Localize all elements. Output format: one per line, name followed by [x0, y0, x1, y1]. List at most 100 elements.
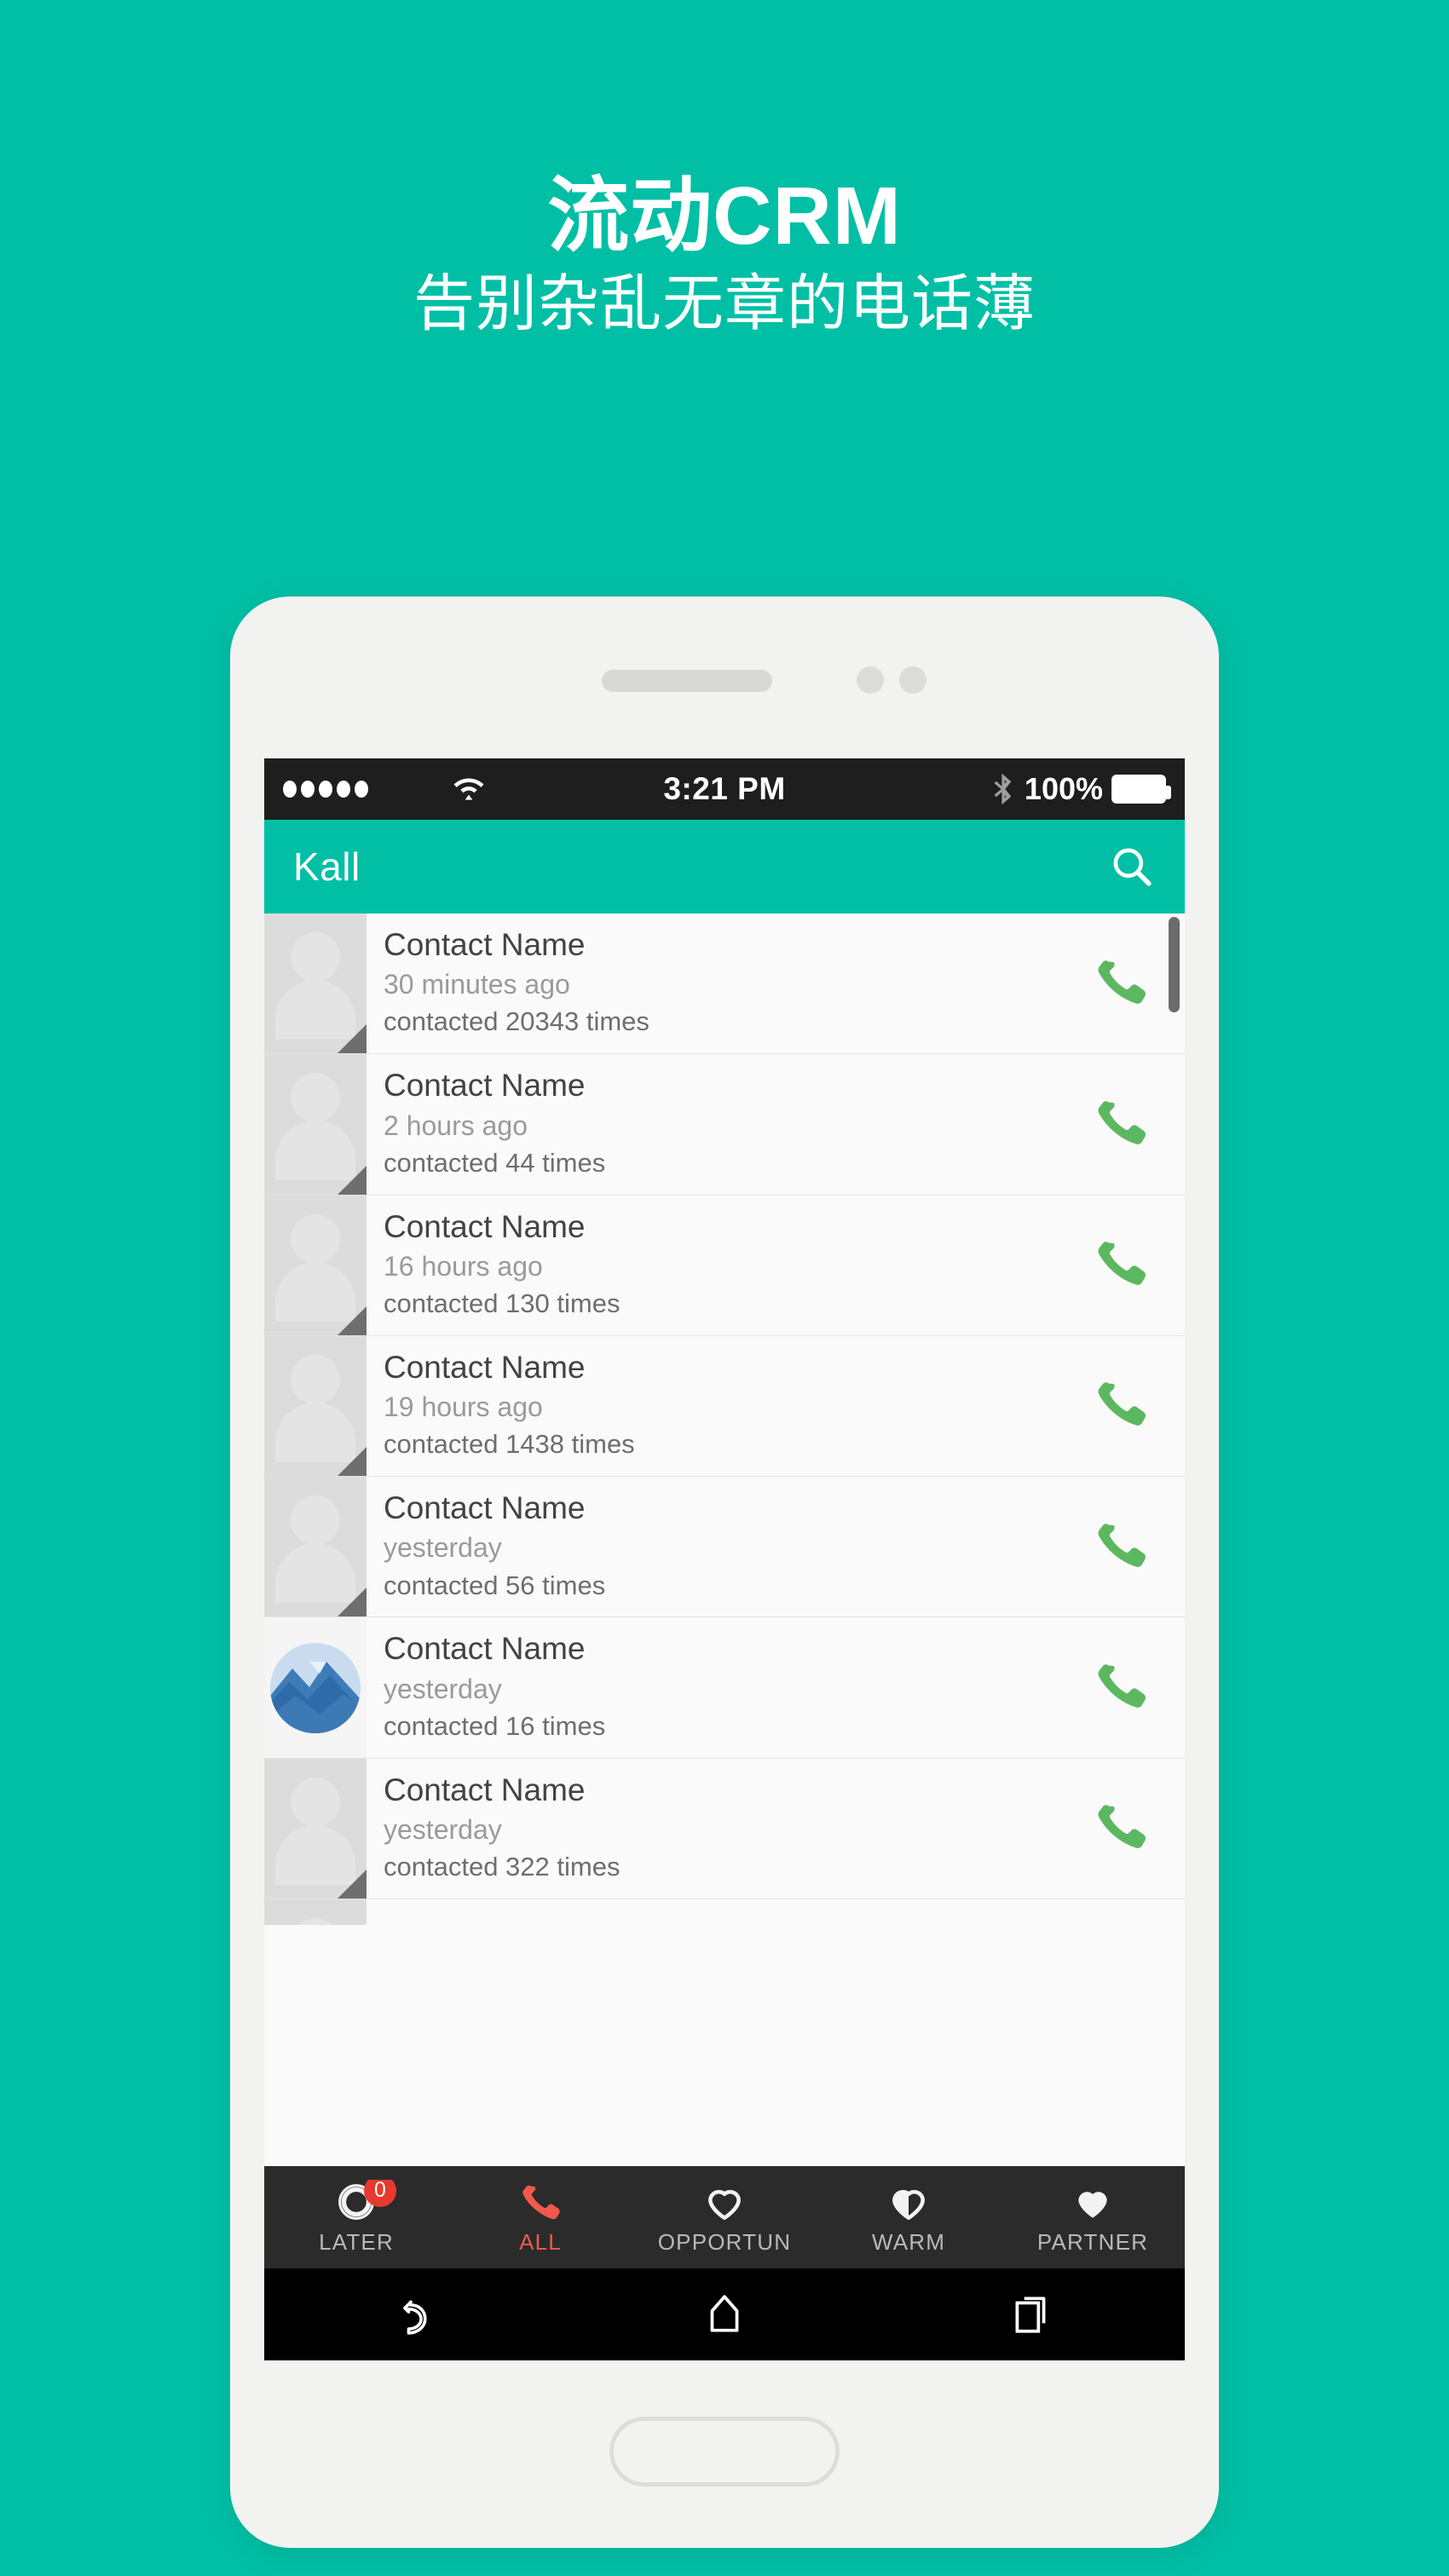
promo-title: 流动CRM [547, 170, 902, 262]
avatar[interactable] [264, 1477, 367, 1617]
avatar-placeholder-icon [291, 1213, 340, 1264]
tab-later[interactable]: 0 LATER [264, 2179, 448, 2256]
phone-icon [1094, 1236, 1148, 1294]
phone-icon [1094, 1658, 1148, 1717]
tab-partner[interactable]: PARTNER [1001, 2180, 1185, 2256]
phone-icon [519, 2180, 562, 2224]
wifi-icon [450, 772, 488, 806]
earpiece-speaker [602, 670, 772, 692]
contact-count: contacted 322 times [384, 1852, 621, 1882]
phone-icon [1094, 1376, 1148, 1435]
scrollbar-thumb[interactable] [1169, 917, 1180, 1012]
call-button[interactable] [1057, 1759, 1185, 1899]
corner-flag-icon [338, 1305, 367, 1335]
avatar[interactable] [264, 913, 367, 1054]
contact-name: Contact Name [384, 1208, 586, 1244]
contact-count: contacted 16 times [384, 1710, 606, 1741]
avatar-placeholder-icon [291, 1073, 340, 1123]
tab-opportun[interactable]: OPPORTUN [632, 2180, 817, 2256]
battery-full-icon [1111, 775, 1171, 804]
contact-row[interactable]: Contact Name yesterday contacted 56 times [264, 1477, 1185, 1618]
home-icon[interactable] [571, 2291, 878, 2337]
phone-icon [1094, 1518, 1148, 1576]
avatar-placeholder-icon [291, 1495, 340, 1546]
avatar-placeholder-icon [291, 1777, 340, 1827]
proximity-sensor-icon [899, 666, 927, 694]
contact-row[interactable]: Contact Name yesterday contacted 16 times [264, 1617, 1185, 1759]
corner-flag-icon [338, 1165, 367, 1195]
contact-row[interactable]: Contact Name 30 minutes ago contacted 2034… [264, 913, 1185, 1055]
call-button[interactable] [1057, 1196, 1185, 1335]
tab-label: WARM [871, 2228, 946, 2255]
avatar-photo [270, 1642, 361, 1733]
home-button[interactable] [609, 2417, 840, 2487]
signal-strength-icon [283, 781, 368, 798]
avatar-placeholder-icon [291, 1354, 340, 1404]
contact-last-contacted: 30 minutes ago [384, 969, 570, 1000]
avatar[interactable] [264, 1335, 367, 1477]
contact-info: Contact Name 19 hours ago contacted 1438 t… [367, 1336, 1057, 1476]
notification-badge: 0 [364, 2179, 396, 2207]
contact-info: Contact Name 30 minutes ago contacted 2034… [367, 913, 1057, 1053]
contact-last-contacted: yesterday [384, 1532, 502, 1564]
avatar-placeholder-icon [291, 1917, 340, 1925]
promo-subtitle: 告别杂乱无章的电话薄 [413, 269, 1036, 338]
avatar[interactable] [264, 1195, 367, 1335]
app-bar: Kall [264, 820, 1185, 913]
tab-label: LATER [319, 2228, 394, 2255]
contact-info: Contact Name yesterday contacted 56 times [367, 1477, 1057, 1616]
recents-icon[interactable] [878, 2291, 1185, 2337]
tab-label: OPPORTUN [657, 2228, 792, 2255]
contact-last-contacted: 16 hours ago [384, 1250, 543, 1282]
heart-outline-icon [703, 2180, 746, 2224]
contact-count: contacted 20343 times [384, 1006, 649, 1037]
front-camera-icon [857, 666, 884, 694]
corner-flag-icon [338, 1588, 367, 1617]
tab-label: ALL [519, 2228, 562, 2255]
contact-count: contacted 1438 times [384, 1429, 635, 1460]
promo-banner: 流动CRM 告别杂乱无章的电话薄 [0, 170, 1449, 341]
phone-screen: 3:21 PM 100% Kall Contact Name 30 minute… [264, 758, 1185, 2360]
contact-row[interactable]: Contact Name 19 hours ago contacted 1438 t… [264, 1335, 1185, 1478]
corner-flag-icon [338, 1869, 367, 1899]
call-button[interactable] [1057, 913, 1185, 1053]
call-button[interactable] [1057, 1899, 1185, 1925]
avatar[interactable] [264, 1617, 367, 1758]
phone-icon [1094, 1799, 1148, 1858]
call-button[interactable] [1057, 1336, 1185, 1476]
contact-info: Contact Name 16 hours ago contacted 130 ti… [367, 1196, 1057, 1335]
call-button[interactable] [1057, 1477, 1185, 1616]
contact-row-partial[interactable] [264, 1899, 1185, 1925]
contact-info: Contact Name yesterday contacted 322 times [367, 1759, 1057, 1899]
back-arrow-icon[interactable] [264, 2291, 571, 2337]
contact-info: Contact Name yesterday contacted 16 times [367, 1617, 1057, 1757]
contact-list[interactable]: Contact Name 30 minutes ago contacted 2034… [264, 913, 1185, 1925]
search-icon[interactable] [1108, 843, 1156, 890]
contact-last-contacted: 19 hours ago [384, 1392, 543, 1423]
contact-row[interactable]: Contact Name yesterday contacted 322 times [264, 1758, 1185, 1899]
avatar[interactable] [264, 1758, 367, 1899]
tab-warm[interactable]: WARM [817, 2180, 1001, 2256]
contact-name: Contact Name [384, 927, 586, 962]
contact-row[interactable]: Contact Name 16 hours ago contacted 130 ti… [264, 1195, 1185, 1336]
corner-flag-icon [338, 1024, 367, 1054]
contact-info [367, 1899, 1057, 1925]
android-navigation-bar[interactable] [264, 2268, 1185, 2360]
contact-row[interactable]: Contact Name 2 hours ago contacted 44 time… [264, 1054, 1185, 1196]
contact-last-contacted: yesterday [384, 1673, 502, 1704]
bottom-tab-bar[interactable]: 0 LATER ALL OPPORTUN WARM PARTNER [264, 2166, 1185, 2268]
avatar[interactable] [264, 1054, 367, 1195]
avatar[interactable] [264, 1899, 367, 1925]
contact-info: Contact Name 2 hours ago contacted 44 time… [367, 1054, 1057, 1194]
call-button[interactable] [1057, 1054, 1185, 1194]
contact-last-contacted: yesterday [384, 1813, 502, 1845]
call-button[interactable] [1057, 1617, 1185, 1757]
contact-name: Contact Name [384, 1490, 586, 1526]
contact-last-contacted: 2 hours ago [384, 1109, 528, 1141]
phone-mockup: 3:21 PM 100% Kall Contact Name 30 minute… [230, 596, 1219, 2548]
app-title: Kall [293, 844, 361, 889]
bluetooth-icon [994, 773, 1012, 805]
contact-count: contacted 44 times [384, 1147, 606, 1178]
tab-all[interactable]: ALL [448, 2180, 632, 2256]
phone-top-bezel [230, 596, 1219, 758]
